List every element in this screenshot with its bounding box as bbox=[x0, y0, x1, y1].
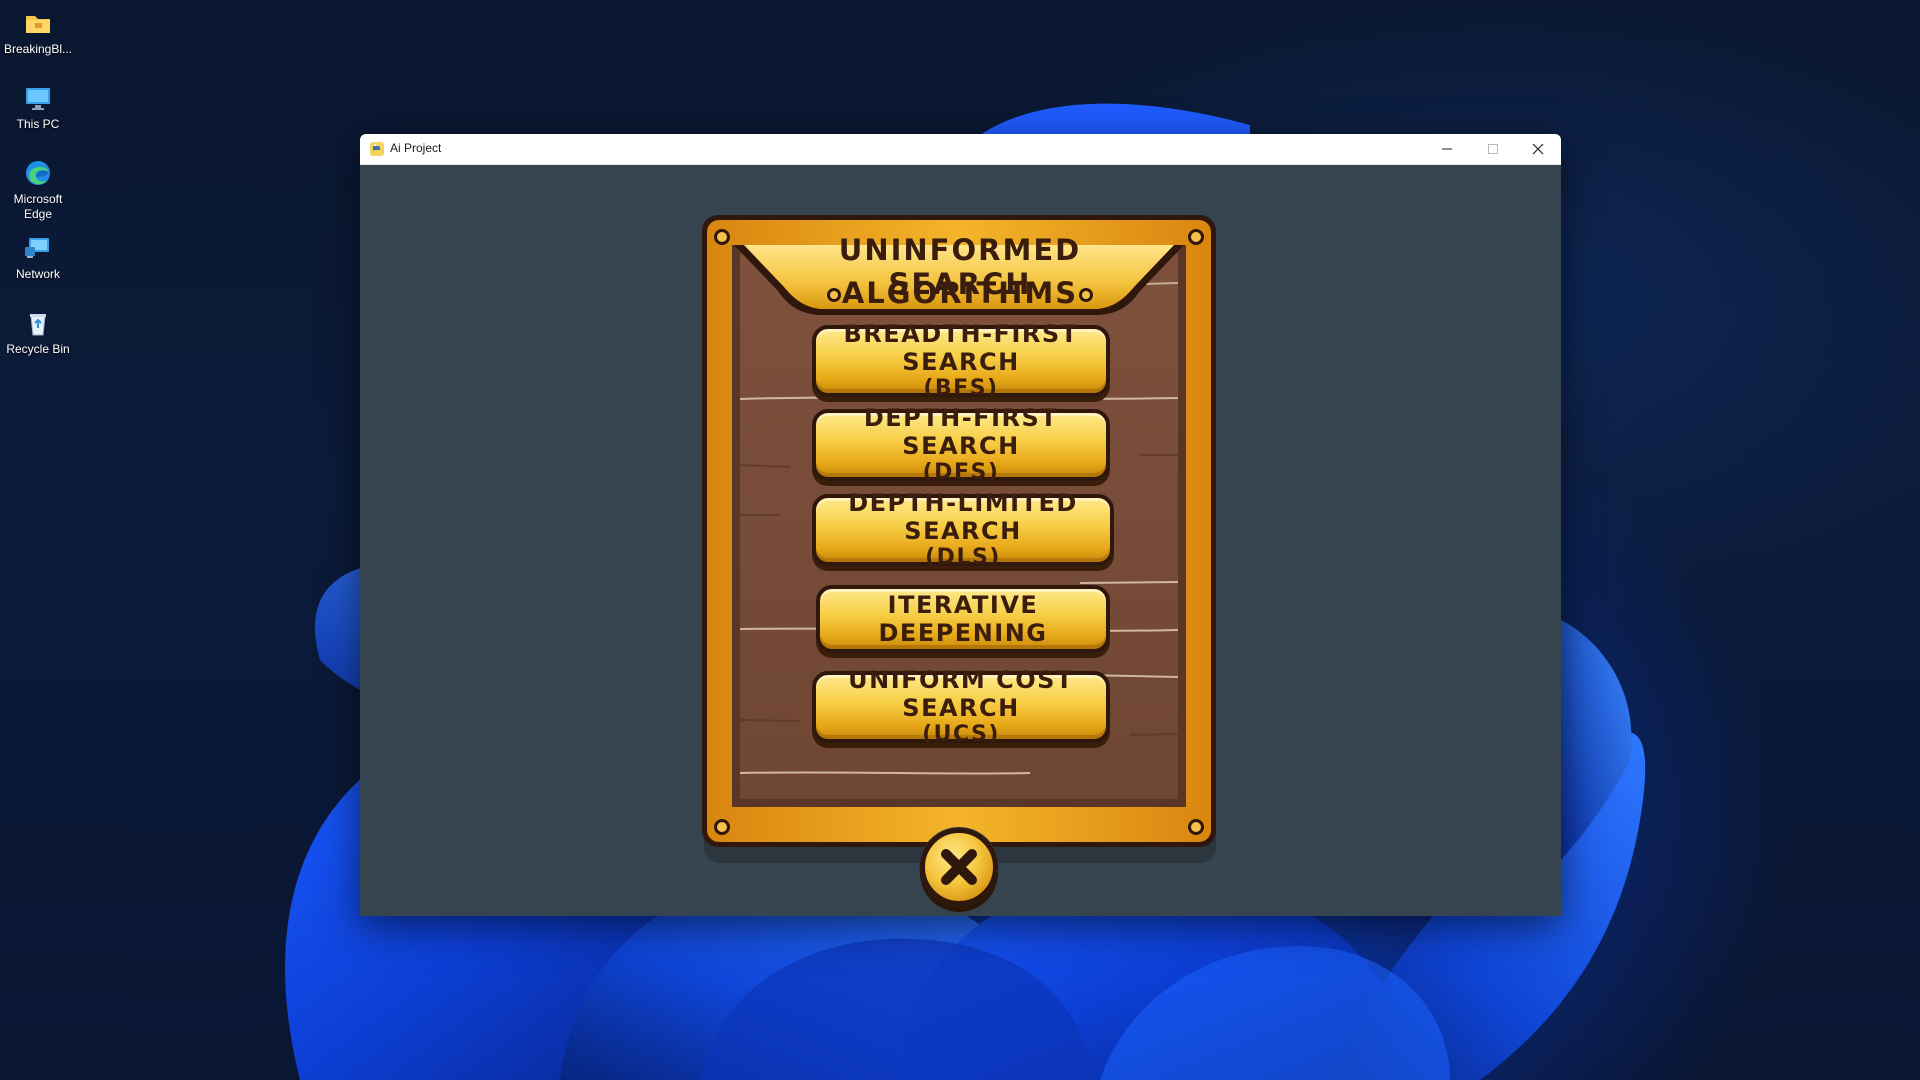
x-icon bbox=[941, 849, 977, 885]
button-label: DEPTH-FIRST SEARCH bbox=[863, 404, 1059, 460]
desktop-icon-recycle-bin[interactable]: Recycle Bin bbox=[2, 308, 74, 357]
desktop-icon-network[interactable]: Network bbox=[2, 233, 74, 282]
desktop-icon-label: Recycle Bin bbox=[6, 342, 70, 356]
button-sublabel: (UCS) bbox=[922, 722, 1000, 747]
monitor-icon bbox=[26, 88, 50, 110]
minimize-button[interactable] bbox=[1424, 134, 1470, 164]
button-sublabel: (DFS) bbox=[922, 460, 1000, 485]
dls-button[interactable]: DEPTH-LIMITED SEARCH (DLS) bbox=[812, 489, 1114, 570]
close-icon bbox=[1532, 143, 1544, 155]
desktop-icon-folder[interactable]: BreakingBl... bbox=[2, 8, 74, 57]
button-label: BREADTH-FIRST SEARCH bbox=[843, 320, 1079, 376]
panel-title-line2: ALGORITHMS bbox=[841, 276, 1079, 310]
desktop-icon-label: BreakingBl... bbox=[3, 42, 73, 56]
button-sublabel: (DLS) bbox=[925, 545, 1001, 570]
edge-icon bbox=[26, 161, 50, 185]
button-label: DEPTH-LIMITED SEARCH bbox=[848, 489, 1078, 545]
iterative-deepening-button[interactable]: ITERATIVE DEEPENING bbox=[816, 585, 1110, 653]
desktop-icon-label: Microsoft Edge bbox=[13, 192, 63, 221]
game-canvas: UNINFORMED SEARCH ALGORITHMS BREADTH-FIR… bbox=[360, 165, 1561, 916]
network-icon bbox=[25, 238, 49, 258]
folder-icon bbox=[26, 16, 50, 33]
bfs-button[interactable]: BREADTH-FIRST SEARCH (BFS) bbox=[812, 320, 1110, 401]
button-label: ITERATIVE DEEPENING bbox=[878, 591, 1048, 647]
recycle-bin-icon bbox=[30, 314, 46, 336]
button-label: UNIFORM COST SEARCH bbox=[848, 666, 1074, 722]
maximize-button[interactable] bbox=[1470, 134, 1516, 164]
window-title: Ai Project bbox=[390, 141, 442, 155]
desktop-icon-edge[interactable]: Microsoft Edge bbox=[2, 158, 74, 222]
window-titlebar[interactable]: Ai Project bbox=[360, 134, 1561, 165]
desktop-icon-this-pc[interactable]: This PC bbox=[2, 83, 74, 132]
ucs-button[interactable]: UNIFORM COST SEARCH (UCS) bbox=[812, 666, 1110, 747]
app-window: Ai Project UNINFORMED SEARCH ALGORITHMS … bbox=[360, 134, 1561, 916]
minimize-icon bbox=[1442, 148, 1452, 150]
close-menu-button[interactable] bbox=[920, 828, 998, 906]
maximize-icon bbox=[1488, 144, 1498, 154]
desktop: BreakingBl... This PC Microsoft Edge Net… bbox=[0, 0, 1920, 1080]
close-window-button[interactable] bbox=[1515, 134, 1561, 164]
button-sublabel: (BFS) bbox=[923, 376, 999, 401]
python-snake-icon bbox=[370, 142, 384, 156]
desktop-icon-label: Network bbox=[15, 267, 60, 281]
desktop-icon-label: This PC bbox=[16, 117, 60, 131]
dfs-button[interactable]: DEPTH-FIRST SEARCH (DFS) bbox=[812, 404, 1110, 485]
